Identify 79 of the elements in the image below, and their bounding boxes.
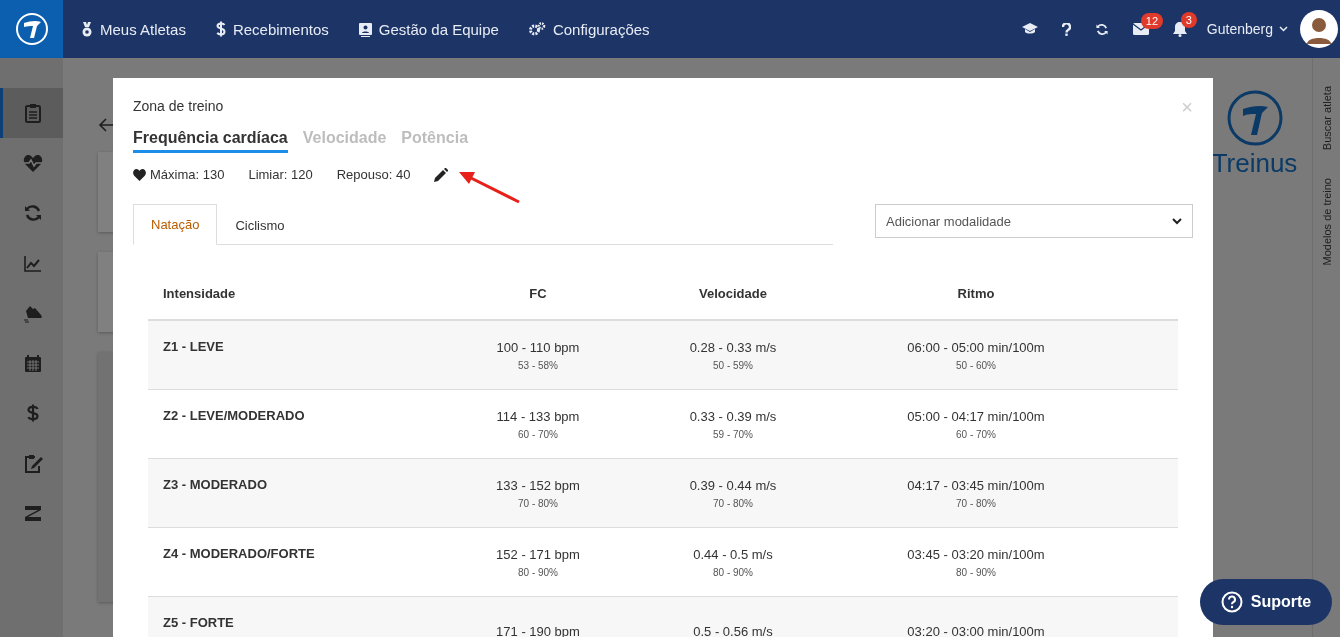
- help-icon[interactable]: [1061, 22, 1071, 36]
- nav-link[interactable]: Gestão da Equipe: [358, 20, 499, 38]
- nav-link[interactable]: Meus Atletas: [81, 20, 186, 38]
- zone-name: Z4 - MODERADO/FORTE: [163, 546, 315, 561]
- zone-name: Z2 - LEVE/MODERADO: [163, 408, 305, 423]
- range-value: 03:45 - 03:20 min/100m: [907, 546, 1045, 562]
- percent-range: 53 - 58%: [518, 359, 558, 371]
- range-value: 133 - 152 bpm: [496, 477, 580, 493]
- line-chart-icon: [23, 253, 43, 273]
- dollar-icon: [215, 21, 226, 37]
- nav-link[interactable]: Configurações: [528, 20, 650, 38]
- id-card-icon: [358, 21, 372, 37]
- sync-icon: [23, 203, 43, 223]
- nav-link[interactable]: Recebimentos: [215, 20, 329, 38]
- treinus-logo-icon: [1226, 90, 1283, 146]
- zone-name: Z1 - LEVE: [163, 339, 224, 354]
- sport-tab[interactable]: Ciclismo: [217, 204, 303, 245]
- range-value: 05:00 - 04:17 min/100m: [907, 408, 1045, 424]
- medal-icon: [81, 21, 93, 37]
- heart-icon: [133, 168, 146, 181]
- range-value: 03:20 - 03:00 min/100m: [907, 623, 1045, 637]
- range-value: 0.28 - 0.33 m/s: [689, 339, 777, 355]
- gears-icon: [528, 22, 546, 36]
- column-header: FC: [529, 285, 547, 301]
- percent-range: 70 - 80%: [956, 497, 996, 509]
- help-icon: [1220, 591, 1243, 613]
- range-value: 04:17 - 03:45 min/100m: [907, 477, 1045, 493]
- percent-range: 50 - 60%: [956, 359, 996, 371]
- chevron-down-icon: [1172, 217, 1182, 225]
- percent-range: 59 - 70%: [713, 428, 753, 440]
- zone-name: Z3 - MODERADO: [163, 477, 267, 492]
- range-value: 114 - 133 bpm: [496, 408, 580, 424]
- support-button[interactable]: Suporte: [1200, 579, 1332, 625]
- column-header: Intensidade: [163, 285, 236, 301]
- zone-name: Z5 - FORTE: [163, 615, 234, 630]
- percent-range: 70 - 80%: [518, 497, 558, 509]
- sport-tab[interactable]: Natação: [133, 204, 218, 245]
- chevron-down-icon: [1279, 26, 1288, 32]
- column-header: Ritmo: [957, 285, 995, 301]
- edit-clipboard-icon: [23, 453, 43, 473]
- range-value: 0.44 - 0.5 m/s: [693, 546, 773, 562]
- sync-icon[interactable]: [1094, 21, 1109, 37]
- logo-text: Treinus: [1211, 148, 1298, 179]
- percent-range: 80 - 90%: [518, 566, 558, 578]
- bell-icon[interactable]: [1172, 21, 1187, 37]
- modal-title: Zona de treino: [133, 98, 224, 114]
- graduation-cap-icon[interactable]: [1021, 23, 1038, 35]
- avatar[interactable]: [1300, 10, 1338, 48]
- notification-count-badge: 3: [1180, 11, 1197, 28]
- clipboard-icon: [23, 103, 43, 123]
- range-value: 0.5 - 0.56 m/s: [693, 623, 773, 637]
- app-logo-icon[interactable]: [14, 12, 49, 46]
- message-count-badge: 12: [1140, 13, 1164, 29]
- percent-range: 80 - 90%: [713, 566, 753, 578]
- range-value: 0.33 - 0.39 m/s: [689, 408, 777, 424]
- add-sport-dropdown[interactable]: Adicionar modalidade: [875, 204, 1193, 238]
- heart-rate-stat: Limiar: 120: [248, 167, 313, 182]
- tab[interactable]: Frequência cardíaca: [133, 128, 288, 153]
- range-value: 0.39 - 0.44 m/s: [689, 477, 777, 493]
- range-value: 06:00 - 05:00 min/100m: [907, 339, 1045, 355]
- heart-rate-stat: Repouso: 40: [336, 167, 411, 182]
- heart-rate-stat: Máxima: 130: [150, 167, 225, 182]
- percent-range: 60 - 70%: [518, 428, 558, 440]
- range-value: 100 - 110 bpm: [496, 339, 580, 355]
- user-menu[interactable]: Gutenberg: [1206, 21, 1288, 37]
- percent-range: 60 - 70%: [956, 428, 996, 440]
- range-value: 152 - 171 bpm: [496, 546, 580, 562]
- percent-range: 50 - 59%: [713, 359, 753, 371]
- column-header: Velocidade: [699, 285, 767, 301]
- annotation-arrow: [457, 170, 521, 204]
- percent-range: 80 - 90%: [956, 566, 996, 578]
- heartbeat-icon: [23, 153, 43, 173]
- side-panel-link[interactable]: Modelos de treino: [1320, 178, 1333, 266]
- pencil-icon[interactable]: [434, 167, 449, 182]
- side-panel-link[interactable]: Buscar atleta: [1320, 86, 1333, 151]
- back-arrow-icon[interactable]: [98, 118, 116, 132]
- sidebar-item[interactable]: [0, 88, 63, 138]
- calendar-icon: [23, 353, 43, 373]
- percent-range: 70 - 80%: [713, 497, 753, 509]
